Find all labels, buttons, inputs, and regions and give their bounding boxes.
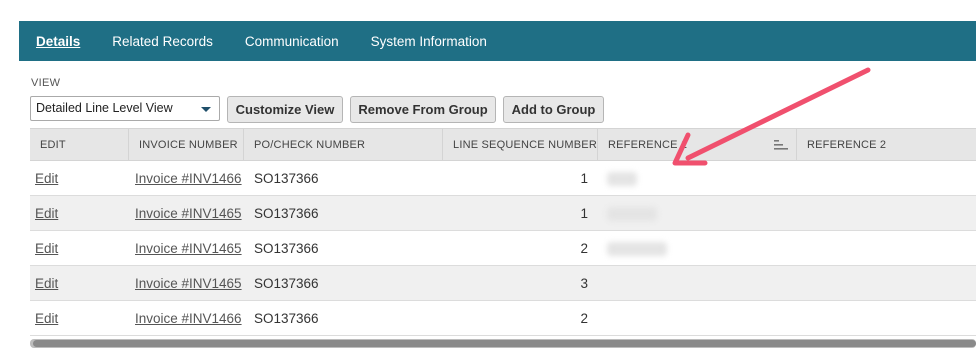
redacted-value [607,206,657,221]
edit-link[interactable]: Edit [35,206,58,221]
reference-1-cell [598,205,797,221]
column-header-reference-1-label: REFERENCE 1 [608,139,688,151]
po-check-cell: SO137366 [254,275,319,291]
view-select[interactable]: Detailed Line Level View [30,96,220,121]
reference-1-cell [598,240,797,256]
customize-view-button[interactable]: Customize View [227,96,343,123]
column-header-edit[interactable]: EDIT [30,129,129,160]
edit-link[interactable]: Edit [35,171,58,186]
tab-related-records[interactable]: Related Records [112,34,213,49]
table-row: Edit Invoice #INV1466 SO137366 2 [30,301,976,336]
table-row: Edit Invoice #INV1465 SO137366 3 [30,266,976,301]
line-sequence-cell: 3 [580,275,588,291]
line-items-table: EDIT INVOICE NUMBER PO/CHECK NUMBER LINE… [30,128,976,336]
remove-from-group-button[interactable]: Remove From Group [350,96,496,123]
table-row: Edit Invoice #INV1466 SO137366 1 [30,161,976,196]
column-header-line-sequence-number[interactable]: LINE SEQUENCE NUMBER [443,129,598,160]
invoice-link[interactable]: Invoice #INV1465 [135,241,242,256]
horizontal-scrollbar[interactable] [30,339,976,348]
po-check-cell: SO137366 [254,170,319,186]
po-check-cell: SO137366 [254,205,319,221]
view-select-value: Detailed Line Level View [36,101,173,115]
invoice-link[interactable]: Invoice #INV1466 [135,311,242,326]
column-header-reference-2[interactable]: REFERENCE 2 [797,129,976,160]
table-row: Edit Invoice #INV1465 SO137366 2 [30,231,976,266]
tab-communication[interactable]: Communication [245,34,339,49]
redacted-value [607,241,667,256]
column-header-invoice-number[interactable]: INVOICE NUMBER [129,129,244,160]
table-header: EDIT INVOICE NUMBER PO/CHECK NUMBER LINE… [30,128,976,161]
invoice-link[interactable]: Invoice #INV1466 [135,171,242,186]
tab-system-information[interactable]: System Information [371,34,487,49]
line-sequence-cell: 1 [580,170,588,186]
add-to-group-button[interactable]: Add to Group [503,96,604,123]
po-check-cell: SO137366 [254,240,319,256]
invoice-link[interactable]: Invoice #INV1465 [135,206,242,221]
subtab-bar: Details Related Records Communication Sy… [19,21,976,61]
po-check-cell: SO137366 [254,310,319,326]
view-label: VIEW [31,77,61,89]
line-sequence-cell: 1 [580,205,588,221]
caret-down-icon [201,107,211,112]
line-sequence-cell: 2 [580,240,588,256]
tab-details[interactable]: Details [36,34,80,49]
sort-lines-icon[interactable] [774,140,788,150]
edit-link[interactable]: Edit [35,276,58,291]
redacted-value [607,171,637,186]
line-sequence-cell: 2 [580,310,588,326]
table-row: Edit Invoice #INV1465 SO137366 1 [30,196,976,231]
edit-link[interactable]: Edit [35,241,58,256]
edit-link[interactable]: Edit [35,311,58,326]
column-header-reference-1[interactable]: REFERENCE 1 [598,129,797,160]
column-header-po-check-number[interactable]: PO/CHECK NUMBER [244,129,443,160]
scrollbar-thumb[interactable] [33,340,976,347]
reference-1-cell [598,170,797,186]
invoice-link[interactable]: Invoice #INV1465 [135,276,242,291]
